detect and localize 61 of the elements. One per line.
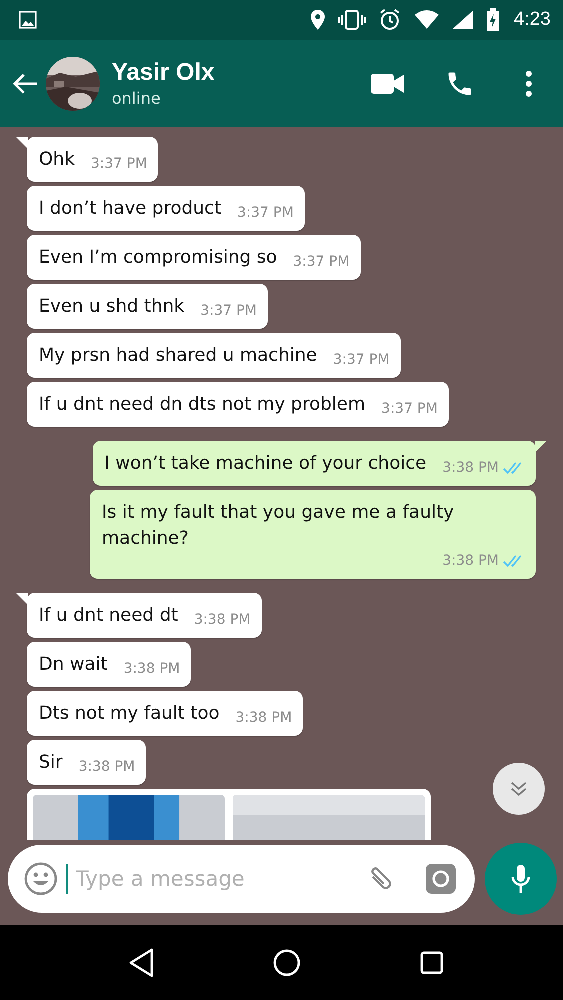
message-text: Even u shd thnk	[39, 295, 185, 319]
back-icon[interactable]	[129, 948, 156, 978]
wifi-icon	[414, 10, 440, 30]
back-arrow-icon[interactable]	[12, 72, 38, 94]
message-bubble[interactable]: My prsn had shared u machine 3:37 PM	[27, 333, 401, 378]
message-bubble[interactable]: Dts not my fault too 3:38 PM	[27, 691, 304, 736]
location-icon	[310, 9, 326, 31]
recent-apps-icon[interactable]	[420, 950, 444, 974]
message-bubble[interactable]: Dn wait 3:38 PM	[27, 642, 192, 687]
message-time: 3:38 PM	[442, 459, 499, 477]
message-text: I won’t take machine of your choice	[104, 452, 427, 476]
vibrate-icon	[338, 9, 366, 31]
double-chevron-down-icon	[510, 781, 528, 797]
signal-icon	[452, 10, 474, 30]
message-text: Dn wait	[39, 653, 108, 677]
message-bubble[interactable]: Even I’m compromising so 3:37 PM	[27, 235, 361, 280]
message-time: 3:37 PM	[238, 204, 294, 222]
alarm-icon	[378, 8, 402, 32]
message-bubble[interactable]: Sir 3:38 PM	[27, 740, 146, 785]
message-text: My prsn had shared u machine	[39, 344, 318, 368]
message-text: Even I’m compromising so	[39, 246, 278, 270]
scroll-down-button[interactable]	[493, 763, 545, 815]
message-bubble[interactable]: Even u shd thnk 3:37 PM	[27, 284, 268, 329]
message-time: 3:38 PM	[442, 552, 499, 570]
message-time: 3:37 PM	[91, 155, 148, 173]
video-call-icon[interactable]	[371, 72, 405, 94]
status-time: 4:23	[514, 9, 551, 31]
more-options-icon[interactable]	[525, 70, 533, 96]
image-icon	[18, 10, 38, 30]
message-bubble[interactable]: Is it my fault that you gave me a faulty machine? 3:38 PM	[90, 490, 536, 579]
message-text: I don’t have product	[39, 197, 222, 221]
message-text: If u dnt need dt	[39, 604, 178, 628]
message-bubble[interactable]: I don’t have product 3:37 PM	[27, 186, 305, 231]
message-time: 3:37 PM	[293, 253, 350, 271]
message-bubble[interactable]: Ohk 3:37 PM	[27, 137, 158, 182]
smiley-icon[interactable]	[24, 862, 58, 896]
battery-icon	[486, 8, 500, 32]
message-text: If u dnt need dn dts not my problem	[39, 393, 366, 417]
message-time: 3:38 PM	[78, 758, 136, 776]
bubble-tail	[535, 441, 547, 453]
message-bubble[interactable]: If u dnt need dn dts not my problem 3:37 PM	[27, 382, 449, 427]
message-time: 3:38 PM	[124, 660, 180, 678]
home-icon[interactable]	[273, 948, 302, 976]
presence-status: online	[112, 89, 162, 108]
message-input[interactable]: Type a message	[76, 867, 355, 891]
message-text: Sir	[39, 751, 63, 775]
message-time: 3:38 PM	[194, 611, 251, 629]
message-time: 3:37 PM	[333, 351, 390, 369]
message-bubble[interactable]: I won’t take machine of your choice 3:38 PM	[92, 441, 536, 486]
message-time: 3:38 PM	[236, 709, 292, 727]
message-text: Is it my fault that you gave me a faulty machine?	[102, 501, 456, 551]
message-time: 3:37 PM	[382, 400, 438, 418]
bubble-tail	[16, 593, 28, 605]
bubble-tail	[16, 137, 28, 149]
microphone-icon	[510, 864, 532, 894]
contact-name[interactable]: Yasir Olx	[112, 59, 371, 87]
message-text: Ohk	[39, 148, 75, 172]
camera-icon[interactable]	[425, 863, 457, 895]
message-text: Dts not my fault too	[39, 702, 220, 726]
message-bubble[interactable]: If u dnt need dt 3:38 PM	[27, 593, 262, 638]
message-time: 3:37 PM	[200, 302, 258, 320]
